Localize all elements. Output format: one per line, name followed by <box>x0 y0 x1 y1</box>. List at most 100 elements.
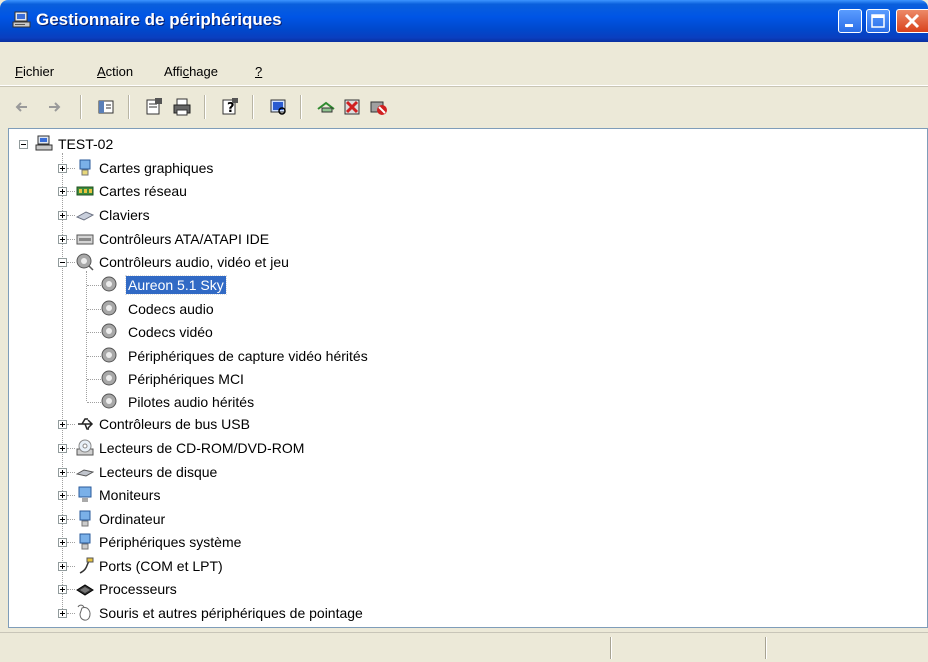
expand-toggle[interactable] <box>58 585 67 594</box>
svg-text:?: ? <box>227 101 235 116</box>
back-arrow-icon[interactable] <box>12 97 32 117</box>
tree-line <box>67 424 75 425</box>
audio-device-icon <box>101 323 117 339</box>
tree-item-label: Cartes graphiques <box>99 160 214 176</box>
tree-item-label: Ports (COM et LPT) <box>99 558 223 574</box>
window-title: Gestionnaire de périphériques <box>36 10 282 29</box>
maximize-button[interactable] <box>866 9 890 33</box>
tree-root-label: TEST-02 <box>58 136 114 152</box>
menu-help-label: ? <box>255 64 263 79</box>
close-icon <box>904 13 920 29</box>
tree-item-label: Contrôleurs de bus USB <box>99 416 250 432</box>
system-devices-icon <box>79 533 91 550</box>
tree-item-label: Périphériques de capture vidéo hérités <box>128 348 368 364</box>
tree-item-label: Codecs audio <box>128 301 214 317</box>
properties-icon[interactable] <box>144 97 164 117</box>
menu-affichage-label: Affichage <box>164 64 218 79</box>
expand-toggle[interactable] <box>58 515 67 524</box>
device-manager-icon <box>12 11 31 28</box>
print-icon[interactable] <box>172 97 192 117</box>
status-bar <box>0 632 928 662</box>
menu-action-label: Action <box>97 64 134 79</box>
expand-toggle[interactable] <box>58 444 67 453</box>
menu-help[interactable]: ? <box>255 64 262 79</box>
menu-fichier[interactable]: Fichier <box>15 64 54 79</box>
tree-line <box>67 448 75 449</box>
expand-toggle[interactable] <box>58 609 67 618</box>
status-pane-divider <box>610 637 612 659</box>
collapse-toggle[interactable] <box>58 258 67 267</box>
tree-item-label: Souris et autres périphériques de pointa… <box>99 605 363 621</box>
network-adapter-icon <box>76 186 94 196</box>
audio-device-icon <box>101 347 117 363</box>
expand-toggle[interactable] <box>58 420 67 429</box>
tree-item-label: Cartes réseau <box>99 183 187 199</box>
help-icon[interactable]: ? <box>220 97 240 117</box>
mouse-icon <box>77 604 91 621</box>
tree-line <box>67 566 75 567</box>
tree-item-label: Lecteurs de disque <box>99 464 218 480</box>
keyboard-icon <box>76 211 94 221</box>
tree-line <box>67 613 75 614</box>
menu-action[interactable]: Action <box>97 64 133 79</box>
status-pane-divider <box>765 637 767 659</box>
ports-icon <box>79 557 94 574</box>
audio-device-icon <box>101 370 117 386</box>
tree-line <box>87 379 101 380</box>
tree-line <box>67 215 75 216</box>
forward-arrow-icon[interactable] <box>44 97 64 117</box>
tree-line <box>67 472 75 473</box>
computer-icon <box>79 510 91 527</box>
expand-toggle[interactable] <box>58 164 67 173</box>
audio-device-icon <box>101 393 117 409</box>
disable-icon[interactable] <box>368 97 388 117</box>
scan-hardware-icon[interactable] <box>268 97 288 117</box>
disk-drive-icon <box>76 469 94 477</box>
menu-bar: Fichier Action Affichage ? <box>0 42 928 86</box>
ide-controller-icon <box>76 234 94 245</box>
expand-toggle[interactable] <box>58 538 67 547</box>
tree-item-label: Périphériques MCI <box>128 371 244 387</box>
tree-item-label: Processeurs <box>99 581 177 597</box>
menu-fichier-label: Fichier <box>15 64 55 79</box>
tree-item-label: Moniteurs <box>99 487 161 503</box>
audio-icon <box>76 253 94 271</box>
tree-item-label: Codecs vidéo <box>128 324 213 340</box>
display-adapter-icon <box>79 159 91 176</box>
title-bar[interactable]: Gestionnaire de périphériques <box>0 0 928 42</box>
expand-toggle[interactable] <box>58 211 67 220</box>
computer-icon <box>35 135 53 151</box>
tree-item-label: Contrôleurs audio, vidéo et jeu <box>99 254 289 270</box>
expand-toggle[interactable] <box>58 491 67 500</box>
tree-line <box>67 589 75 590</box>
toolbar-separator <box>80 95 82 119</box>
tree-line <box>67 495 75 496</box>
toolbar-separator <box>252 95 254 119</box>
cdrom-icon <box>76 439 94 456</box>
device-tree[interactable]: TEST-02 Cartes graphiques Cartes réseau … <box>8 128 928 628</box>
expand-toggle[interactable] <box>58 562 67 571</box>
expand-toggle[interactable] <box>58 187 67 196</box>
tree-line <box>67 239 75 240</box>
tree-line <box>67 191 75 192</box>
show-hide-console-tree-icon[interactable] <box>96 97 116 117</box>
update-driver-icon[interactable] <box>316 97 336 117</box>
tree-line <box>87 285 101 286</box>
tree-line <box>86 271 87 401</box>
minimize-button[interactable] <box>838 9 862 33</box>
menu-affichage[interactable]: Affichage <box>164 64 218 79</box>
collapse-toggle[interactable] <box>19 140 28 149</box>
uninstall-icon[interactable] <box>342 97 362 117</box>
expand-toggle[interactable] <box>58 468 67 477</box>
tree-item-label: Lecteurs de CD-ROM/DVD-ROM <box>99 440 305 456</box>
close-button[interactable] <box>896 9 928 33</box>
maximize-icon <box>871 14 885 28</box>
tree-line <box>87 356 101 357</box>
tree-line <box>67 168 75 169</box>
audio-device-icon <box>101 276 117 292</box>
expand-toggle[interactable] <box>58 235 67 244</box>
toolbar: ? <box>0 86 928 126</box>
tree-line <box>67 519 75 520</box>
tree-item-label: Pilotes audio hérités <box>128 394 255 410</box>
usb-icon <box>78 418 94 430</box>
